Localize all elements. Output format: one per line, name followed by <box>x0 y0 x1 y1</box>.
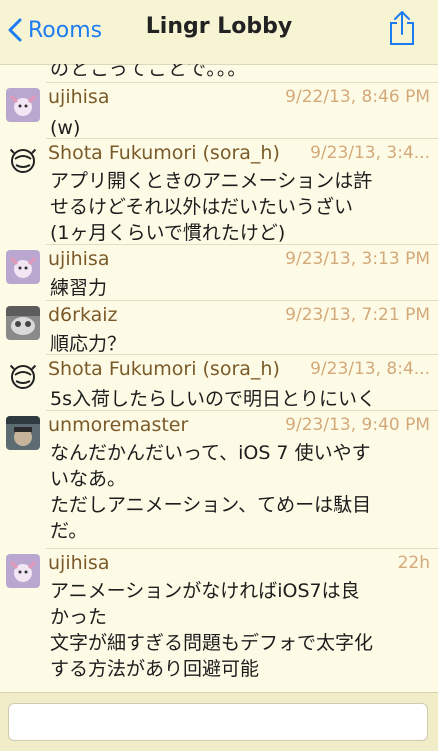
share-icon <box>390 11 414 45</box>
sender-name[interactable]: d6rkaiz <box>48 304 118 326</box>
divider <box>46 82 438 83</box>
message-item: Shota Fukumori (sora_h) 9/23/13, 3:4... … <box>0 138 438 244</box>
avatar[interactable] <box>6 306 40 340</box>
timestamp: 9/23/13, 7:21 PM <box>285 305 430 325</box>
avatar[interactable] <box>6 360 40 394</box>
message-item: d6rkaiz 9/23/13, 7:21 PM 順応力？ <box>0 300 438 355</box>
message-text-partial: のとこってことで。。。 <box>50 64 248 80</box>
message-line: かった <box>50 606 108 628</box>
message-line: 5s入荷したらしいので明日とりにいく <box>50 388 376 410</box>
message-item: ujihisa 9/23/13, 3:13 PM 練習力 <box>0 244 438 300</box>
avatar[interactable] <box>6 144 40 178</box>
message-list[interactable]: のとこってことで。。。 ujihisa 9/22/13, 8:46 PM (w)… <box>0 64 438 692</box>
share-button[interactable] <box>388 10 416 46</box>
sender-name[interactable]: ujihisa <box>48 248 109 270</box>
sender-name[interactable]: ujihisa <box>48 86 109 108</box>
message-text: なんだかんだいって、iOS 7 使いやす いなあ。 ただしアニメーション、てめー… <box>50 440 420 544</box>
message-item: unmoremaster 9/23/13, 9:40 PM なんだかんだいって、… <box>0 410 438 542</box>
room-title: Lingr Lobby <box>145 14 293 39</box>
message-text: アニメーションがなければiOS7は良 かった 文字が細すぎる問題もデフォで太字化… <box>50 578 420 682</box>
sender-name[interactable]: unmoremaster <box>48 414 188 436</box>
avatar[interactable] <box>6 554 40 588</box>
timestamp: 9/23/13, 8:4... <box>310 359 430 379</box>
message-item: Shota Fukumori (sora_h) 9/23/13, 8:4... … <box>0 354 438 410</box>
message-text: 5s入荷したらしいので明日とりにいく <box>50 386 420 412</box>
message-text: アプリ開くときのアニメーションは許 せるけどそれ以外はだいたいうざい (1ヶ月く… <box>50 168 420 246</box>
sender-name[interactable]: ujihisa <box>48 552 109 574</box>
avatar[interactable] <box>6 416 40 450</box>
message-line: アニメーションがなければiOS7は良 <box>50 580 360 602</box>
sender-name[interactable]: Shota Fukumori (sora_h) <box>48 358 280 380</box>
message-line: ただしアニメーション、てめーは駄目 <box>50 494 372 516</box>
message-line: アプリ開くときのアニメーションは許 <box>50 170 373 192</box>
message-line: (1ヶ月くらいで慣れたけど) <box>50 222 286 244</box>
divider <box>46 138 438 139</box>
sender-name[interactable]: Shota Fukumori (sora_h) <box>48 142 280 164</box>
message-input[interactable] <box>8 703 428 741</box>
divider <box>46 300 438 301</box>
message-item: ujihisa 9/22/13, 8:46 PM (w) <box>0 82 438 139</box>
avatar[interactable] <box>6 250 40 284</box>
message-line: せるけどそれ以外はだいたいうざい <box>50 196 354 218</box>
divider <box>46 244 438 245</box>
timestamp: 9/23/13, 3:4... <box>310 143 430 163</box>
timestamp: 22h <box>397 553 430 573</box>
navigation-bar: Rooms Lingr Lobby <box>0 0 438 65</box>
timestamp: 9/23/13, 9:40 PM <box>285 415 430 435</box>
divider <box>46 410 438 411</box>
divider <box>46 354 438 355</box>
message-line: 練習力 <box>50 277 108 299</box>
message-text: 練習力 <box>50 275 420 301</box>
message-item: ujihisa 22h アニメーションがなければiOS7は良 かった 文字が細す… <box>0 548 438 692</box>
divider <box>46 548 438 549</box>
message-line: だ。 <box>50 520 88 542</box>
message-composer <box>0 692 438 751</box>
avatar[interactable] <box>6 88 40 122</box>
message-line: 文字が細すぎる問題もデフォで太字化 <box>50 632 374 654</box>
message-line: する方法があり回避可能 <box>50 658 260 680</box>
timestamp: 9/22/13, 8:46 PM <box>285 87 430 107</box>
timestamp: 9/23/13, 3:13 PM <box>285 249 430 269</box>
message-line: なんだかんだいって、iOS 7 使いやす <box>50 442 371 464</box>
message-line: いなあ。 <box>50 468 127 490</box>
